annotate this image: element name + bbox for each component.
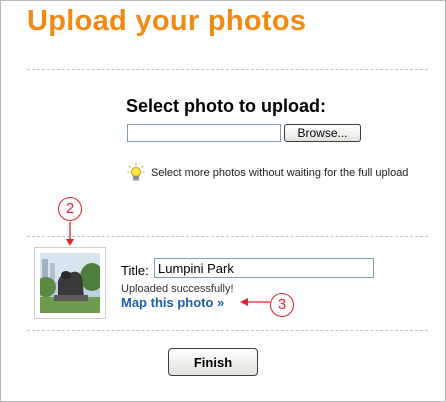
page-title: Upload your photos: [27, 5, 307, 37]
lightbulb-icon: [127, 163, 145, 181]
photo-thumbnail[interactable]: [34, 247, 106, 319]
tip-text: Select more photos without waiting for t…: [151, 167, 409, 179]
callout-number: 3: [270, 293, 294, 317]
photo-title-input[interactable]: [154, 258, 374, 278]
photo-thumbnail-image: [40, 253, 100, 313]
finish-button[interactable]: Finish: [168, 348, 258, 376]
upload-heading: Select photo to upload:: [126, 96, 326, 116]
upload-status: Uploaded successfully!: [121, 283, 234, 295]
callout-arrow: [66, 222, 74, 246]
browse-button[interactable]: Browse...: [284, 124, 361, 142]
divider: [27, 236, 428, 237]
callout-arrow: [240, 298, 270, 306]
divider: [27, 330, 428, 331]
callout-number: 2: [58, 197, 82, 221]
file-path-input[interactable]: [127, 124, 281, 142]
map-photo-link[interactable]: Map this photo »: [121, 295, 224, 310]
divider: [27, 69, 428, 70]
title-label: Title:: [121, 263, 149, 278]
